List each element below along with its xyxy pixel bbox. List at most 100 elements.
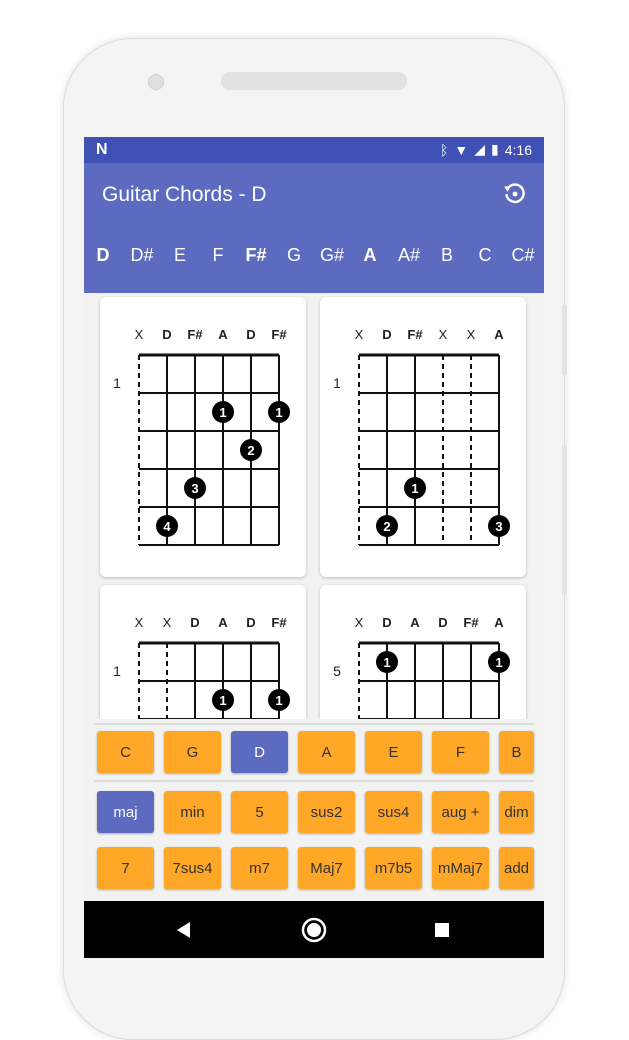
string-label: F#: [271, 327, 287, 342]
finger-number: 2: [383, 519, 390, 534]
back-triangle-icon: [177, 921, 190, 938]
finger-number: 1: [495, 655, 502, 670]
chord-type-button-sus4[interactable]: sus4: [365, 791, 422, 833]
note-tab-g[interactable]: G: [277, 245, 311, 266]
chord-card[interactable]: X D A D F# A 5 1 1: [320, 585, 526, 719]
chord-type-button-aug[interactable]: aug +: [432, 791, 489, 833]
chord-type-button-5[interactable]: 5: [231, 791, 288, 833]
divider: [94, 780, 534, 782]
status-bar: N ᛒ ▼ ◢ ▮ 4:16: [84, 137, 544, 163]
fret-number: 5: [333, 663, 341, 679]
chord-type-button-7[interactable]: 7: [97, 847, 154, 889]
string-label: F#: [187, 327, 203, 342]
chord-type-button-min[interactable]: min: [164, 791, 221, 833]
chord-diagram: X D F# X X A 1 1 2 3: [333, 327, 510, 546]
finger-number: 1: [275, 405, 282, 420]
root-button-c[interactable]: C: [97, 731, 154, 773]
string-label: D: [190, 615, 199, 630]
chord-type-button-7sus4[interactable]: 7sus4: [164, 847, 221, 889]
root-button-f[interactable]: F: [432, 731, 489, 773]
chord-diagram: X D F# A D F# 1 1 1 2 3 4: [113, 327, 290, 546]
divider: [94, 723, 534, 725]
string-label: A: [494, 615, 504, 630]
chord-type-button-m7[interactable]: m7: [231, 847, 288, 889]
back-button[interactable]: [159, 901, 209, 958]
string-label: X: [355, 615, 364, 630]
chord-diagram: X D A D F# A 5 1 1: [333, 615, 510, 719]
chord-card[interactable]: X D F# X X A 1 1 2 3: [320, 297, 526, 577]
note-tab-d-sharp[interactable]: D#: [125, 245, 159, 266]
root-button-d[interactable]: D: [231, 731, 288, 773]
note-tab-f-sharp[interactable]: F#: [239, 245, 273, 266]
recents-button[interactable]: [417, 901, 467, 958]
home-circle-icon: [301, 917, 327, 942]
note-tab-c[interactable]: C: [468, 245, 502, 266]
string-label: F#: [407, 327, 423, 342]
screen: N ᛒ ▼ ◢ ▮ 4:16 Guitar Chords - D D D# E F F#…: [84, 137, 544, 958]
chord-type-button-maj7[interactable]: Maj7: [298, 847, 355, 889]
finger-number: 1: [219, 405, 226, 420]
root-button-e[interactable]: E: [365, 731, 422, 773]
signal-icon: ◢: [474, 141, 486, 157]
type-button-row-2: 7 7sus4 m7 Maj7 m7b5 mMaj7 add: [84, 847, 544, 891]
root-button-a[interactable]: A: [298, 731, 355, 773]
recents-square-icon: [435, 922, 449, 937]
chord-diagram: X X D A D F# 1 1 1: [113, 615, 290, 719]
chord-type-button-dim[interactable]: dim: [499, 791, 534, 833]
history-icon[interactable]: [502, 181, 528, 207]
chord-type-button-maj[interactable]: maj: [97, 791, 154, 833]
battery-icon: ▮: [491, 141, 499, 157]
string-label: D: [382, 327, 391, 342]
volume-button: [562, 445, 567, 595]
finger-number: 3: [495, 519, 502, 534]
string-label: X: [355, 327, 364, 342]
finger-number: 1: [411, 481, 418, 496]
string-label: D: [246, 327, 255, 342]
string-label: X: [135, 327, 144, 342]
status-icons: ᛒ ▼ ◢ ▮ 4:16: [440, 141, 532, 158]
string-label: D: [382, 615, 391, 630]
front-camera: [148, 74, 164, 90]
note-tab-c-sharp[interactable]: C#: [506, 245, 540, 266]
n-logo-icon: N: [96, 141, 108, 158]
chord-type-button-m7b5[interactable]: m7b5: [365, 847, 422, 889]
note-tab-a-sharp[interactable]: A#: [392, 245, 426, 266]
string-label: X: [439, 327, 448, 342]
string-label: X: [467, 327, 476, 342]
root-button-b[interactable]: B: [499, 731, 534, 773]
home-button[interactable]: [289, 901, 339, 958]
note-tabs: D D# E F F# G G# A A# B C C#: [84, 245, 544, 275]
note-tab-b[interactable]: B: [430, 245, 464, 266]
status-time: 4:16: [504, 141, 532, 158]
power-button: [562, 305, 567, 375]
root-button-row: CGDAEFB: [84, 731, 544, 775]
chord-type-button-add[interactable]: add: [499, 847, 534, 889]
finger-number: 2: [247, 443, 254, 458]
string-label: F#: [463, 615, 479, 630]
wifi-icon: ▼: [454, 141, 469, 158]
fret-number: 1: [113, 663, 121, 679]
app-bar: Guitar Chords - D D D# E F F# G G# A A# B C C#: [84, 163, 544, 293]
finger-number: 3: [191, 481, 198, 496]
note-tab-a[interactable]: A: [353, 245, 387, 266]
string-label: A: [494, 327, 504, 342]
finger-number: 1: [275, 693, 282, 708]
note-tab-d[interactable]: D: [86, 245, 120, 266]
note-tab-e[interactable]: E: [163, 245, 197, 266]
string-label: D: [246, 615, 255, 630]
string-label: A: [218, 327, 228, 342]
root-button-g[interactable]: G: [164, 731, 221, 773]
note-tab-g-sharp[interactable]: G#: [315, 245, 349, 266]
chord-diagram-grid: X D F# A D F# 1 1 1 2 3 4 X D F# X X A 1 1 2 3 X X D A D F# 1 1 1 X D A D F…: [84, 293, 544, 719]
note-tab-f[interactable]: F: [201, 245, 235, 266]
string-label: A: [410, 615, 420, 630]
chord-type-button-sus2[interactable]: sus2: [298, 791, 355, 833]
fret-number: 1: [113, 375, 121, 391]
navigation-bar: [84, 901, 544, 958]
string-label: F#: [271, 615, 287, 630]
chord-type-button-mmaj7[interactable]: mMaj7: [432, 847, 489, 889]
chord-card[interactable]: X D F# A D F# 1 1 1 2 3 4: [100, 297, 306, 577]
chord-card[interactable]: X X D A D F# 1 1 1: [100, 585, 306, 719]
phone-speaker: [221, 72, 407, 90]
finger-number: 4: [163, 519, 171, 534]
